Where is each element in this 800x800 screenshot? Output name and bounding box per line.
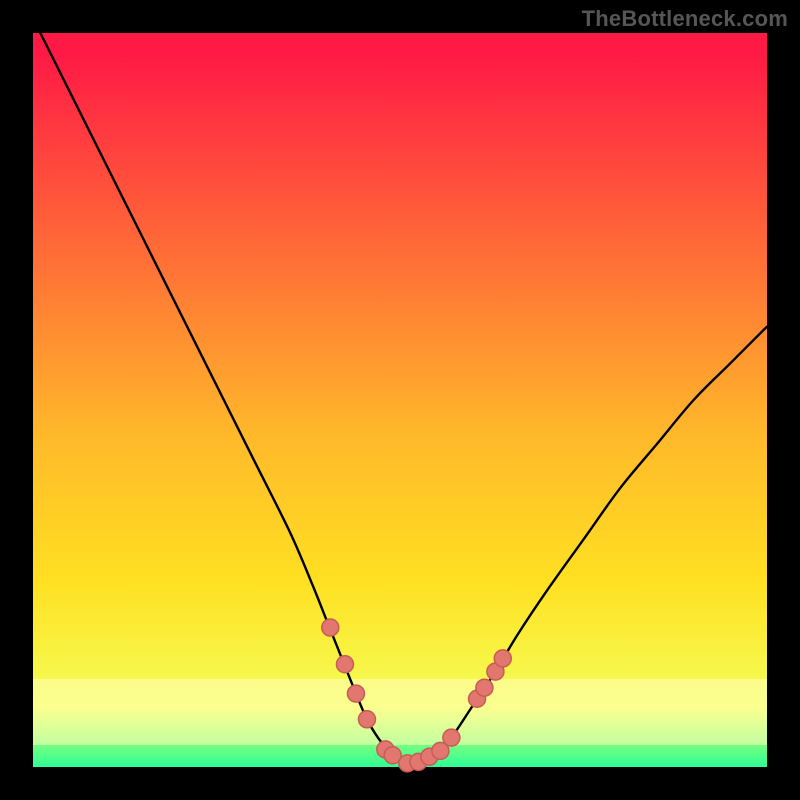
- watermark-text: TheBottleneck.com: [582, 6, 788, 32]
- sample-point: [336, 656, 353, 673]
- plot-area: [33, 33, 767, 767]
- sample-point: [347, 685, 364, 702]
- sample-point: [476, 679, 493, 696]
- sample-point: [494, 650, 511, 667]
- sample-point: [322, 619, 339, 636]
- sample-point: [358, 711, 375, 728]
- highlight-band: [33, 679, 767, 745]
- sample-point: [443, 729, 460, 746]
